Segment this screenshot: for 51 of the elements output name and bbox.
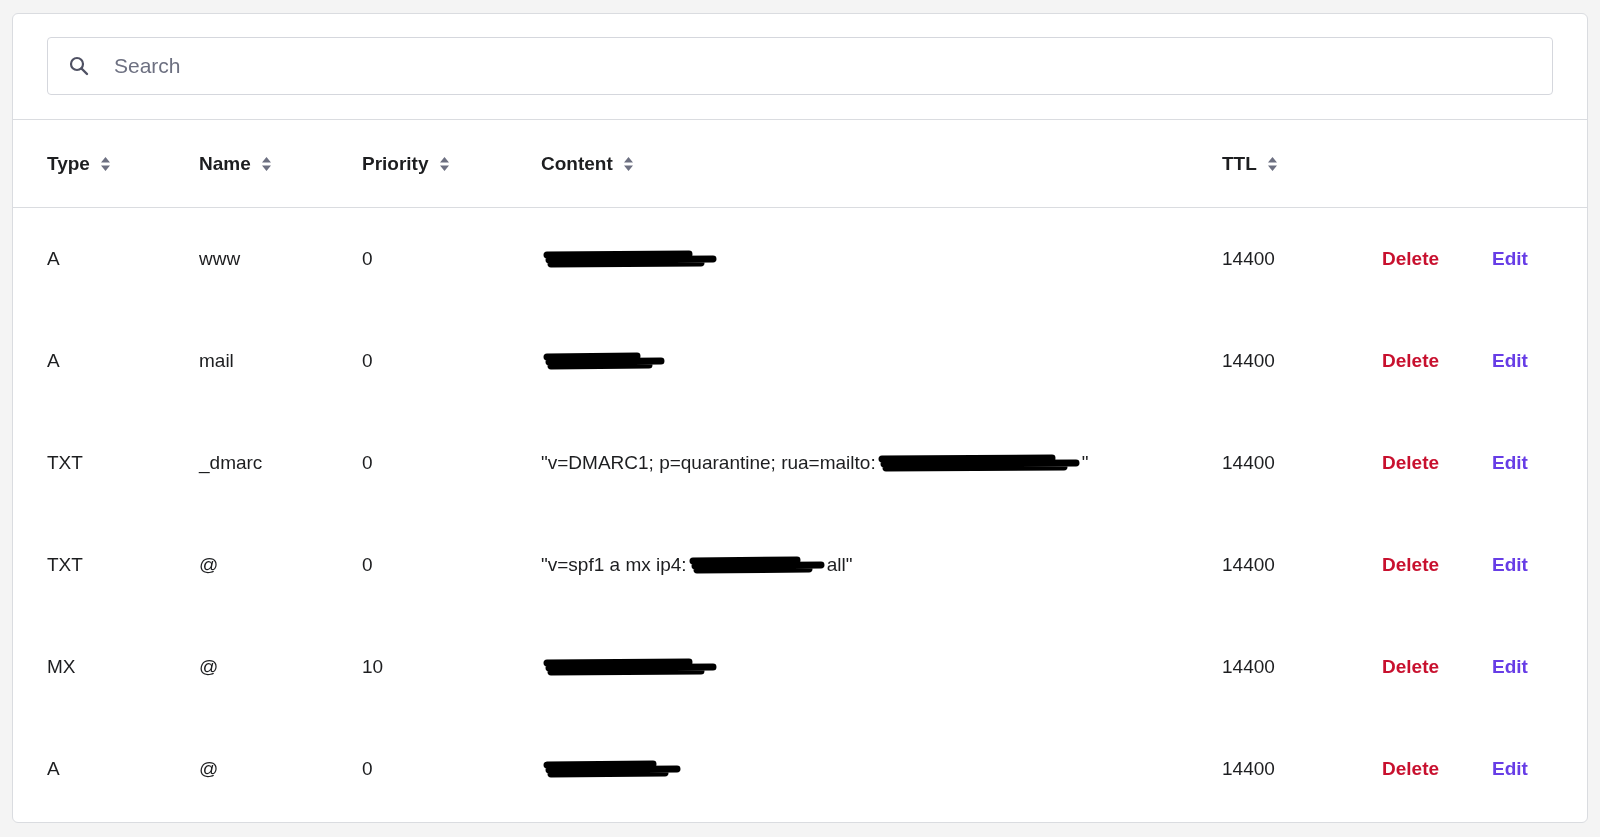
delete-link[interactable]: Delete xyxy=(1382,248,1440,269)
delete-link[interactable]: Delete xyxy=(1382,452,1440,473)
table-cell: www xyxy=(199,248,241,269)
delete-link[interactable]: Delete xyxy=(1382,758,1440,779)
edit-link[interactable]: Edit xyxy=(1492,656,1528,677)
table-cell: TXT xyxy=(47,554,83,575)
sort-icon[interactable] xyxy=(260,155,272,172)
table-cell: 14400 xyxy=(1222,350,1275,371)
column-header[interactable]: Priority xyxy=(362,152,429,175)
table-cell: 14400 xyxy=(1222,248,1275,269)
table-cell: @ xyxy=(199,758,219,779)
edit-link[interactable]: Edit xyxy=(1492,452,1528,473)
table-cell: @ xyxy=(199,554,219,575)
delete-link[interactable]: Delete xyxy=(1382,350,1440,371)
table-cell: 14400 xyxy=(1222,758,1275,779)
table-cell: 0 xyxy=(362,452,373,473)
table-cell: "v=spf1 a mx ip4: xyxy=(541,554,687,576)
table-cell: all" xyxy=(826,554,853,576)
edit-link[interactable]: Edit xyxy=(1492,554,1528,575)
column-header[interactable]: Content xyxy=(541,152,613,175)
edit-link[interactable]: Edit xyxy=(1492,350,1528,371)
table-cell: " xyxy=(1081,452,1089,474)
table-cell: A xyxy=(47,248,60,269)
column-header[interactable]: TTL xyxy=(1222,152,1257,175)
table-cell: A xyxy=(47,758,60,779)
column-header[interactable]: Type xyxy=(47,152,90,175)
sort-icon[interactable] xyxy=(622,155,634,172)
table-cell: MX xyxy=(47,656,76,677)
sort-icon[interactable] xyxy=(99,155,111,172)
delete-link[interactable]: Delete xyxy=(1382,554,1440,575)
table-cell: 14400 xyxy=(1222,554,1275,575)
table-cell: 0 xyxy=(362,248,373,269)
table-cell: 14400 xyxy=(1222,452,1275,473)
table-cell: 10 xyxy=(362,656,384,677)
edit-link[interactable]: Edit xyxy=(1492,248,1528,269)
table-cell: TXT xyxy=(47,452,83,473)
search-field[interactable]: Search xyxy=(47,37,1553,95)
sort-icon[interactable] xyxy=(1266,155,1278,172)
edit-link[interactable]: Edit xyxy=(1492,758,1528,779)
table-cell: mail xyxy=(199,350,234,371)
table-cell: _dmarc xyxy=(199,452,263,473)
table-cell: 0 xyxy=(362,758,373,779)
column-header[interactable]: Name xyxy=(199,152,251,175)
table-cell: @ xyxy=(199,656,219,677)
table-cell: 14400 xyxy=(1222,656,1275,677)
table-cell: "v=DMARC1; p=quarantine; rua=mailto: xyxy=(541,452,876,474)
delete-link[interactable]: Delete xyxy=(1382,656,1440,677)
table-cell: 0 xyxy=(362,350,373,371)
table-cell: A xyxy=(47,350,60,371)
table-cell: 0 xyxy=(362,554,373,575)
sort-icon[interactable] xyxy=(438,155,450,172)
